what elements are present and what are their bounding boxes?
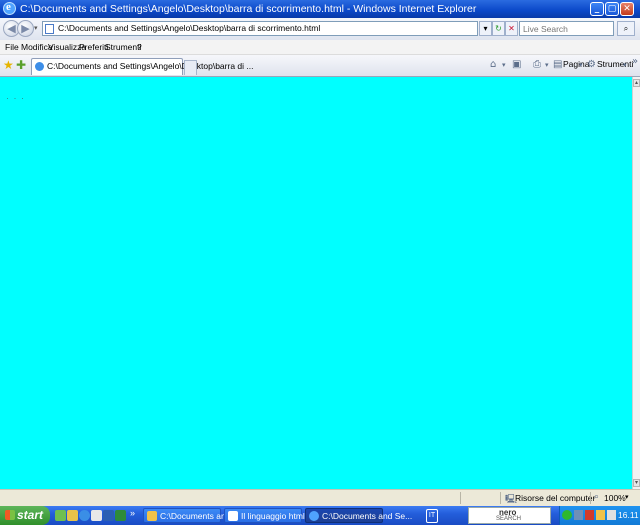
- home-icon[interactable]: ⌂: [490, 59, 496, 70]
- minimize-button[interactable]: _: [590, 2, 604, 16]
- tab-bar: ★ ✚ C:\Documents and Settings\Angelo\Des…: [0, 55, 640, 77]
- start-button[interactable]: start: [0, 506, 50, 525]
- tools-menu-button[interactable]: Strumenti: [597, 59, 633, 69]
- zone-text: Risorse del computer: [515, 493, 596, 503]
- menu-preferiti[interactable]: Preferiti: [79, 42, 108, 52]
- close-button[interactable]: ✕: [620, 2, 634, 16]
- scroll-up-icon[interactable]: ▴: [633, 79, 640, 87]
- clock[interactable]: 16.11: [618, 510, 639, 520]
- window-title: C:\Documents and Settings\Angelo\Desktop…: [20, 3, 477, 15]
- add-favorites-icon[interactable]: ✚: [16, 58, 26, 72]
- quicklaunch-word-icon[interactable]: [103, 510, 114, 521]
- language-icon[interactable]: IT: [426, 509, 438, 523]
- title-bar: e C:\Documents and Settings\Angelo\Deskt…: [0, 0, 640, 18]
- tray-network-icon[interactable]: [574, 510, 583, 520]
- taskbar-item[interactable]: Il linguaggio html 1 - ...: [224, 508, 327, 523]
- ie-icon: [309, 511, 319, 521]
- feeds-icon[interactable]: ▣: [512, 59, 521, 70]
- new-tab-button[interactable]: [184, 60, 197, 75]
- page-icon: [45, 24, 54, 34]
- home-dropdown-icon[interactable]: ▾: [502, 61, 506, 69]
- menu-strumenti[interactable]: Strumenti: [105, 42, 141, 52]
- quicklaunch-more-icon[interactable]: »: [130, 508, 135, 518]
- nero-search-box[interactable]: nero SEARCH: [468, 507, 551, 524]
- taskbar-item-active[interactable]: C:\Documents and Se...: [305, 508, 412, 523]
- system-tray: 16.11: [559, 506, 640, 525]
- document-icon: [228, 511, 238, 521]
- tray-arrow-icon[interactable]: [562, 510, 572, 520]
- address-text: C:\Documents and Settings\Angelo\Desktop…: [58, 23, 321, 33]
- status-divider: [500, 492, 501, 504]
- page-menu-button[interactable]: Pagina: [563, 59, 589, 69]
- zoom-level[interactable]: 100%: [604, 493, 626, 503]
- maximize-button[interactable]: ▢: [605, 2, 619, 16]
- quicklaunch-icon[interactable]: [67, 510, 78, 521]
- windows-flag-icon: [5, 510, 15, 520]
- forward-button[interactable]: ▶: [17, 20, 34, 37]
- start-label: start: [17, 508, 44, 522]
- zoom-icon: ⌕: [594, 492, 600, 502]
- address-toolbar: ◀ ▶ ▾ C:\Documents and Settings\Angelo\D…: [0, 18, 640, 41]
- ie-icon: e: [3, 1, 16, 15]
- scroll-down-icon[interactable]: ▾: [633, 479, 640, 487]
- taskbar-item-label: C:\Documents and Se...: [322, 511, 413, 521]
- menu-bar: File Modifica Visualizza Preferiti Strum…: [0, 40, 640, 55]
- tab-label: C:\Documents and Settings\Angelo\Desktop…: [47, 61, 254, 71]
- search-icon[interactable]: ⌕: [617, 21, 635, 36]
- nero-subtitle: SEARCH: [496, 516, 522, 522]
- print-icon[interactable]: ⎙: [533, 59, 541, 70]
- address-dropdown-icon[interactable]: ▾: [479, 21, 492, 36]
- zoom-dropdown-icon[interactable]: ▾: [625, 493, 629, 501]
- print-dropdown-icon[interactable]: ▾: [545, 61, 549, 69]
- status-divider: [590, 492, 591, 504]
- history-dropdown-icon[interactable]: ▾: [34, 24, 38, 32]
- menu-file[interactable]: File: [5, 42, 19, 52]
- menu-help[interactable]: ?: [137, 42, 142, 52]
- status-bar: 🖳 Risorse del computer ⌕ 100% ▾: [0, 489, 640, 507]
- folder-icon: [147, 511, 157, 521]
- favorites-star-icon[interactable]: ★: [3, 58, 14, 72]
- search-input[interactable]: [520, 22, 613, 35]
- quicklaunch-excel-icon[interactable]: [115, 510, 126, 521]
- tray-security-icon[interactable]: [585, 510, 594, 520]
- stop-icon[interactable]: ✕: [505, 21, 518, 36]
- chevron-more-icon[interactable]: »: [632, 56, 638, 67]
- vertical-scrollbar[interactable]: ▴ ▾: [632, 77, 640, 489]
- tab-active[interactable]: C:\Documents and Settings\Angelo\Desktop…: [31, 58, 253, 75]
- quicklaunch-ie-icon[interactable]: [79, 510, 90, 521]
- taskbar-item[interactable]: C:\Documents and Se...: [143, 508, 250, 523]
- refresh-icon[interactable]: ↻: [492, 21, 505, 36]
- quicklaunch-icon[interactable]: [55, 510, 66, 521]
- content-dots: · · ·: [6, 93, 25, 103]
- gear-icon: ⚙: [587, 59, 596, 70]
- page-menu-icon: ▤: [553, 59, 563, 70]
- status-divider: [460, 492, 461, 504]
- page-content: · · ·: [0, 77, 632, 489]
- tray-device-icon[interactable]: [607, 510, 616, 520]
- tools-dropdown-icon[interactable]: ▾: [623, 61, 627, 69]
- ie-tab-icon: [35, 62, 44, 71]
- address-input[interactable]: C:\Documents and Settings\Angelo\Desktop…: [42, 21, 478, 36]
- tray-volume-icon[interactable]: [596, 510, 605, 520]
- quicklaunch-icon[interactable]: [91, 510, 102, 521]
- taskbar: start » C:\Documents and Se... Il lingua…: [0, 506, 640, 525]
- page-dropdown-icon[interactable]: ▾: [579, 61, 583, 69]
- search-box[interactable]: [519, 21, 614, 36]
